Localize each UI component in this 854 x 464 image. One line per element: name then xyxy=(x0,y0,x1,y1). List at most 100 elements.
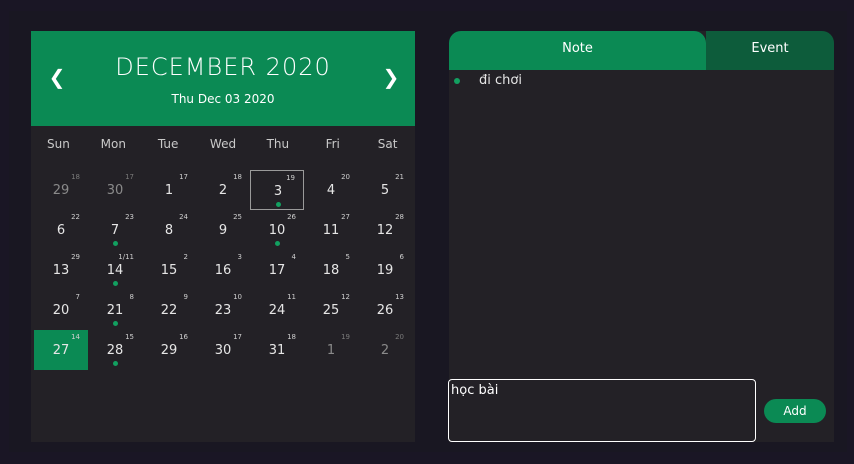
lunar-date: 7 xyxy=(75,293,80,301)
calendar-day[interactable]: 2 15 xyxy=(142,250,196,290)
calendar: ❮ DECEMBER 2020 Thu Dec 03 2020 ❯ Sun Mo… xyxy=(31,31,415,442)
day-number: 28 xyxy=(106,343,124,358)
calendar-day[interactable]: 25 9 xyxy=(196,210,250,250)
day-number: 25 xyxy=(322,303,340,318)
lunar-date: 18 xyxy=(287,333,296,341)
note-indicator-dot xyxy=(275,241,280,246)
calendar-day[interactable]: 5 18 xyxy=(304,250,358,290)
day-number: 26 xyxy=(376,303,394,318)
calendar-day[interactable]: 21 5 xyxy=(358,170,412,210)
calendar-day[interactable]: 27 11 xyxy=(304,210,358,250)
note-input[interactable]: học bài xyxy=(448,379,756,442)
day-number: 22 xyxy=(160,303,178,318)
lunar-date: 3 xyxy=(237,253,242,261)
month-title: DECEMBER 2020 xyxy=(115,53,331,81)
calendar-day[interactable]: 18 31 xyxy=(250,330,304,370)
lunar-date: 2 xyxy=(183,253,188,261)
notes-panel: Note Event đi chơi học bài Add xyxy=(448,31,834,442)
day-number: 8 xyxy=(164,223,174,238)
calendar-day[interactable]: 10 23 xyxy=(196,290,250,330)
lunar-date: 21 xyxy=(395,173,404,181)
chevron-right-icon[interactable]: ❯ xyxy=(379,65,403,89)
calendar-day[interactable]: 19 1 xyxy=(304,330,358,370)
day-number: 1 xyxy=(164,183,174,198)
weekday-label: Fri xyxy=(325,137,340,151)
weekday-header: Sun Mon Tue Wed Thu Fri Sat xyxy=(31,137,415,157)
lunar-date: 12 xyxy=(341,293,350,301)
calendar-day[interactable]: 18 2 xyxy=(196,170,250,210)
calendar-day[interactable]: 1/11 14 xyxy=(88,250,142,290)
calendar-day[interactable]: 24 8 xyxy=(142,210,196,250)
calendar-day[interactable]: 13 26 xyxy=(358,290,412,330)
lunar-date: 24 xyxy=(179,213,188,221)
lunar-date: 23 xyxy=(125,213,134,221)
lunar-date: 10 xyxy=(233,293,242,301)
day-number: 20 xyxy=(52,303,70,318)
weekday-label: Wed xyxy=(209,137,237,151)
day-number: 1 xyxy=(326,343,336,358)
lunar-date: 17 xyxy=(125,173,134,181)
note-indicator-dot xyxy=(113,281,118,286)
calendar-day[interactable]: 7 20 xyxy=(34,290,88,330)
lunar-date: 11 xyxy=(287,293,296,301)
calendar-day[interactable]: 26 10 xyxy=(250,210,304,250)
day-number: 11 xyxy=(322,223,340,238)
day-number: 15 xyxy=(160,263,178,278)
day-number: 29 xyxy=(160,343,178,358)
calendar-day[interactable]: 18 29 xyxy=(34,170,88,210)
lunar-date: 15 xyxy=(125,333,134,341)
note-item[interactable]: đi chơi xyxy=(449,71,834,91)
lunar-date: 1/11 xyxy=(118,253,134,261)
day-number: 30 xyxy=(214,343,232,358)
day-number: 30 xyxy=(106,183,124,198)
calendar-day[interactable]: 16 29 xyxy=(142,330,196,370)
calendar-day[interactable]: 20 4 xyxy=(304,170,358,210)
day-number: 9 xyxy=(218,223,228,238)
tab-event[interactable]: Event xyxy=(706,31,834,70)
add-button[interactable]: Add xyxy=(764,399,826,423)
day-number: 10 xyxy=(268,223,286,238)
lunar-date: 29 xyxy=(71,253,80,261)
day-grid: 18 29 17 30 17 1 18 2 19 3 20 4 21 5 22 6 23 7 24 8 25 9 26 10 2… xyxy=(34,170,412,410)
lunar-date: 8 xyxy=(129,293,134,301)
calendar-day[interactable]: 20 2 xyxy=(358,330,412,370)
lunar-date: 19 xyxy=(286,174,295,182)
weekday-label: Mon xyxy=(100,137,126,151)
lunar-date: 13 xyxy=(395,293,404,301)
day-number: 6 xyxy=(56,223,66,238)
calendar-day[interactable]: 14 27 xyxy=(34,330,88,370)
calendar-day[interactable]: 17 30 xyxy=(196,330,250,370)
lunar-date: 26 xyxy=(287,213,296,221)
weekday-label: Sat xyxy=(377,137,398,151)
calendar-day[interactable]: 9 22 xyxy=(142,290,196,330)
calendar-day[interactable]: 22 6 xyxy=(34,210,88,250)
note-indicator-dot xyxy=(113,321,118,326)
weekday-label: Sun xyxy=(47,137,70,151)
tab-bar: Note Event xyxy=(449,31,834,70)
lunar-date: 20 xyxy=(341,173,350,181)
calendar-day[interactable]: 3 16 xyxy=(196,250,250,290)
calendar-day[interactable]: 15 28 xyxy=(88,330,142,370)
calendar-day[interactable]: 8 21 xyxy=(88,290,142,330)
day-number: 2 xyxy=(218,183,228,198)
calendar-day[interactable]: 4 17 xyxy=(250,250,304,290)
day-number: 5 xyxy=(380,183,390,198)
calendar-header: ❮ DECEMBER 2020 Thu Dec 03 2020 ❯ xyxy=(31,31,415,126)
tab-note[interactable]: Note xyxy=(449,31,706,70)
note-text: đi chơi xyxy=(479,73,522,88)
day-number: 18 xyxy=(322,263,340,278)
day-number: 7 xyxy=(110,223,120,238)
calendar-day[interactable]: 17 1 xyxy=(142,170,196,210)
calendar-day[interactable]: 29 13 xyxy=(34,250,88,290)
calendar-day[interactable]: 19 3 xyxy=(250,170,304,210)
calendar-day[interactable]: 6 19 xyxy=(358,250,412,290)
calendar-day[interactable]: 28 12 xyxy=(358,210,412,250)
calendar-day[interactable]: 12 25 xyxy=(304,290,358,330)
day-number: 29 xyxy=(52,183,70,198)
lunar-date: 17 xyxy=(179,173,188,181)
calendar-day[interactable]: 17 30 xyxy=(88,170,142,210)
calendar-day[interactable]: 11 24 xyxy=(250,290,304,330)
calendar-day[interactable]: 23 7 xyxy=(88,210,142,250)
lunar-date: 17 xyxy=(233,333,242,341)
day-number: 24 xyxy=(268,303,286,318)
